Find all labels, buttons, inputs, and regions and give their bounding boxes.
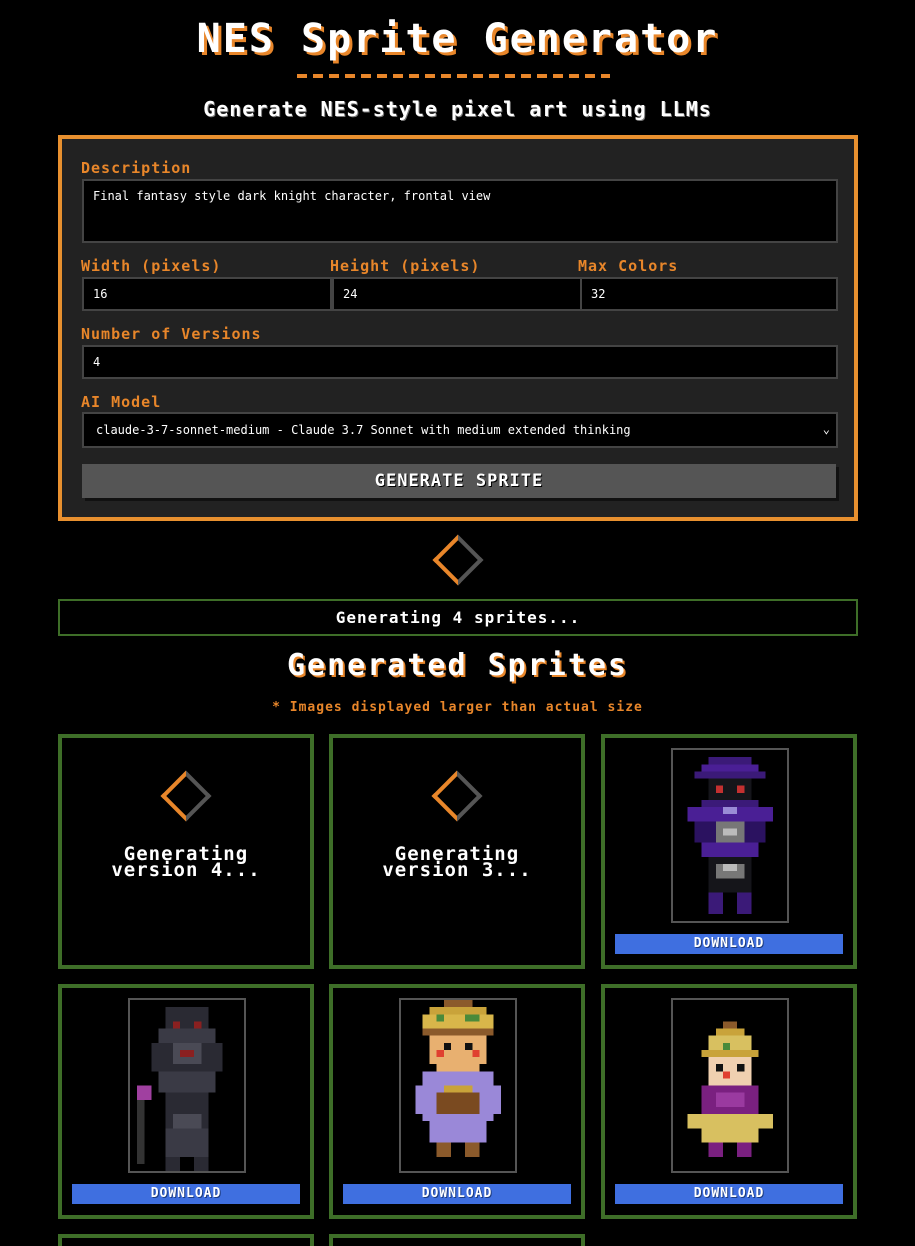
generate-sprite-button[interactable]: GENERATE SPRITE [82,464,836,498]
model-label: AI Model [81,393,162,411]
generating-text: Generating version 4... [111,843,261,881]
description-input[interactable]: Final fantasy style dark knight characte… [82,179,838,243]
sprite-image-purple-dark-knight [671,748,789,923]
generating-text: Generating version 3... [382,843,532,881]
loading-spinner-icon [431,770,483,822]
sprite-card [58,1234,314,1246]
sprite-card: DOWNLOAD [58,984,314,1219]
download-button[interactable]: DOWNLOAD [72,1184,300,1204]
page-subtitle: Generate NES-style pixel art using LLMs [203,97,712,121]
height-label: Height (pixels) [330,257,481,275]
download-button[interactable]: DOWNLOAD [615,934,843,954]
generator-form: Description Final fantasy style dark kni… [58,135,858,521]
versions-input[interactable] [82,345,838,379]
model-select[interactable]: claude-3-7-sonnet-medium - Claude 3.7 So… [82,412,838,448]
model-select-value: claude-3-7-sonnet-medium - Claude 3.7 So… [96,423,631,437]
height-input[interactable] [332,277,582,311]
description-label: Description [81,159,192,177]
chevron-down-icon: ⌄ [822,422,830,436]
width-input[interactable] [82,277,332,311]
sprite-card-generating: Generating version 4... [58,734,314,969]
download-button[interactable]: DOWNLOAD [343,1184,571,1204]
sprite-card: DOWNLOAD [329,984,585,1219]
loading-spinner-icon [432,534,484,586]
sprite-image-yellow-hat-character [399,998,517,1173]
sprite-card-generating: Generating version 3... [329,734,585,969]
title-underline [297,74,610,78]
sprite-card: DOWNLOAD [601,984,857,1219]
max-colors-input[interactable] [580,277,838,311]
width-label: Width (pixels) [81,257,222,275]
download-button[interactable]: DOWNLOAD [615,1184,843,1204]
sprite-image-gray-knight-staff [128,998,246,1173]
results-heading: Generated Sprites [286,648,629,683]
results-note: * Images displayed larger than actual si… [272,700,643,715]
page-title: NES Sprite Generator [196,16,719,62]
versions-label: Number of Versions [81,325,262,343]
sprite-image-pointed-hat-character [671,998,789,1173]
max-colors-label: Max Colors [578,257,679,275]
sprite-card: DOWNLOAD [601,734,857,969]
loading-spinner-icon [160,770,212,822]
status-message: Generating 4 sprites... [58,599,858,636]
sprite-card [329,1234,585,1246]
